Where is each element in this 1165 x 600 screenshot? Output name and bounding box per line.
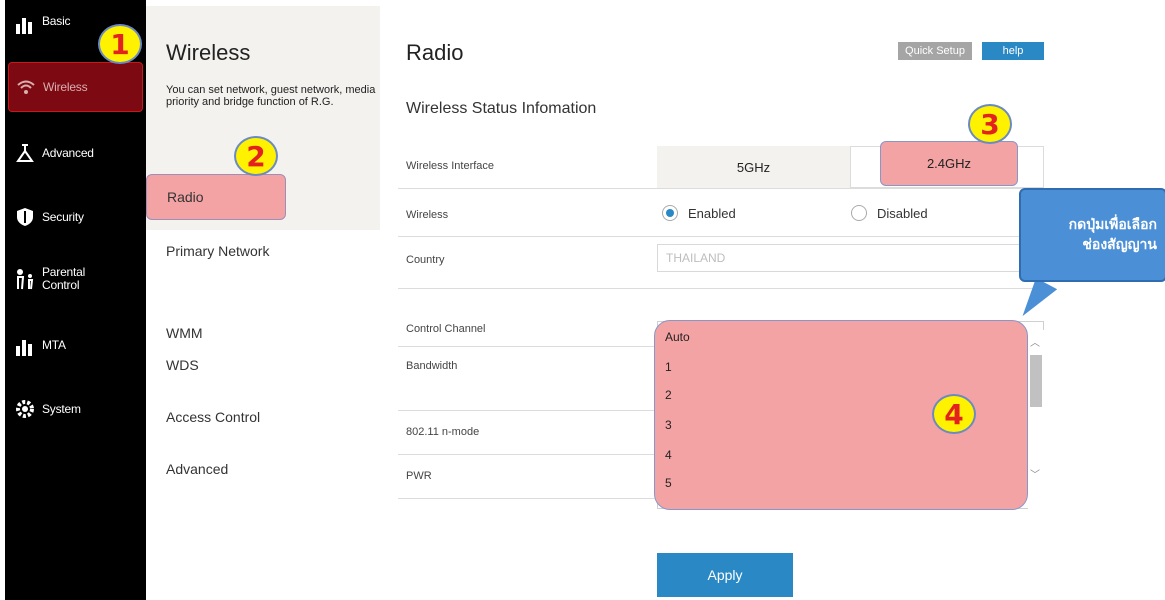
callout-line-1: กดปุ่มเพื่อเลือก [1068, 217, 1157, 233]
country-value: THAILAND [666, 251, 726, 265]
nav-item-mta[interactable]: MTA [8, 322, 143, 372]
quick-setup-button[interactable]: Quick Setup [898, 42, 972, 60]
subnav-item-label: Advanced [166, 461, 229, 477]
router-admin-page: Basic Wireless Advanced Security Parenta… [0, 0, 1165, 600]
divider [398, 288, 1044, 289]
annotation-badge-4: 4 [932, 394, 976, 434]
interface-label: Wireless Interface [406, 160, 495, 172]
tab-5ghz[interactable]: 5GHz [657, 146, 850, 188]
channel-option-4[interactable]: 4 [665, 448, 672, 462]
nav-label-line2: Control [42, 278, 80, 292]
subnav-item-primary-network[interactable]: Primary Network [146, 226, 380, 276]
shield-icon [14, 206, 36, 228]
nav-label: Wireless [43, 80, 88, 94]
subnav-description: You can set network, guest network, medi… [166, 84, 376, 108]
nav-label-group: Parental Control [42, 266, 85, 292]
nav-item-system[interactable]: System [8, 384, 143, 434]
radio-label: Disabled [877, 205, 928, 221]
subnav-title: Wireless [166, 40, 251, 65]
radio-selected-icon [662, 205, 678, 221]
gear-icon [14, 398, 36, 420]
nav-label: Security [42, 210, 84, 224]
bar-chart-icon [14, 14, 36, 36]
annotation-badge-1: 1 [98, 24, 142, 64]
wifi-icon [15, 76, 37, 98]
subnav-item-label: Radio [167, 189, 204, 205]
subnav-item-access-control[interactable]: Access Control [146, 392, 380, 442]
channel-option-1[interactable]: 1 [665, 360, 672, 374]
bar-chart-icon [14, 336, 36, 358]
wireless-label: Wireless [406, 209, 449, 221]
subnav-item-radio-row: Radio [146, 172, 380, 230]
bandwidth-label: Bandwidth [406, 360, 458, 372]
nav-label: MTA [42, 338, 66, 352]
tab-24ghz[interactable]: 2.4GHz [880, 141, 1018, 186]
callout-line-2: ช่องสัญญาน [1082, 237, 1157, 253]
nav-label: Advanced [42, 146, 94, 160]
subnav-item-label: Access Control [166, 409, 261, 425]
control-channel-label: Control Channel [406, 323, 486, 335]
section-title: Wireless Status Infomation [406, 100, 597, 117]
subnav-item-radio[interactable]: Radio [146, 174, 286, 220]
channel-option-3[interactable]: 3 [665, 418, 672, 432]
channel-option-2[interactable]: 2 [665, 388, 672, 402]
main-nav: Basic Wireless Advanced Security Parenta… [5, 0, 146, 600]
chevron-down-icon[interactable]: ﹀ [1030, 466, 1040, 481]
subnav-item-label: WDS [166, 357, 199, 373]
family-icon [14, 268, 36, 290]
instruction-callout: กดปุ่มเพื่อเลือก ช่องสัญญาน [1019, 188, 1165, 282]
apply-button[interactable]: Apply [657, 553, 793, 597]
scrollbar-thumb[interactable] [1030, 355, 1042, 407]
help-button[interactable]: help [982, 42, 1044, 60]
subnav-item-wds[interactable]: WDS [146, 340, 380, 390]
nav-label: Basic [42, 14, 71, 28]
channel-option-auto[interactable]: Auto [665, 330, 690, 344]
divider [398, 188, 1044, 189]
wireless-subnav: Wireless You can set network, guest netw… [146, 6, 380, 600]
nmode-label: 802.11 n-mode [406, 426, 480, 438]
page-title: Radio [406, 40, 464, 65]
subnav-item-label: Primary Network [166, 243, 270, 259]
pwr-label: PWR [406, 470, 432, 482]
annotation-badge-2: 2 [234, 136, 278, 176]
subnav-item-advanced[interactable]: Advanced [146, 444, 380, 494]
wireless-enabled-radio[interactable]: Enabled [662, 205, 736, 221]
country-label: Country [406, 254, 445, 266]
radio-unselected-icon [851, 205, 867, 221]
radio-label: Enabled [688, 205, 736, 221]
tab-label: 2.4GHz [926, 156, 972, 171]
divider [398, 236, 1044, 237]
nav-item-security[interactable]: Security [8, 192, 143, 242]
nav-label: System [42, 402, 81, 416]
country-field: THAILAND [657, 244, 1044, 272]
channel-option-5[interactable]: 5 [665, 476, 672, 490]
flask-icon [14, 142, 36, 164]
tab-label: 5GHz [736, 159, 771, 175]
subnav-item-label: WMM [166, 325, 203, 341]
nav-item-advanced[interactable]: Advanced [8, 128, 143, 178]
annotation-badge-3: 3 [968, 104, 1012, 144]
nav-item-parental-control[interactable]: Parental Control [8, 254, 143, 304]
chevron-up-icon[interactable]: ︿ [1030, 334, 1040, 349]
wireless-disabled-radio[interactable]: Disabled [851, 205, 928, 221]
nav-item-wireless[interactable]: Wireless [8, 62, 143, 112]
